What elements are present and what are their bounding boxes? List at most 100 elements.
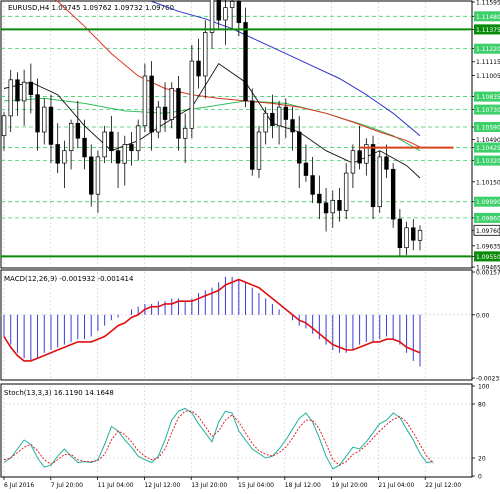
candle-body xyxy=(417,229,423,241)
level-price-label: 1.11375 xyxy=(476,27,500,34)
candle-body xyxy=(55,144,60,164)
candle-body xyxy=(236,1,242,23)
candle-body xyxy=(404,227,409,249)
macd-tick-label: 0.00 xyxy=(476,312,490,319)
candle-body xyxy=(162,106,168,120)
candle-body xyxy=(337,200,342,211)
candle-body xyxy=(270,112,275,127)
price-tick-label: 1.11115 xyxy=(476,59,500,66)
time-tick-label: 19 Jul 20:00 xyxy=(332,482,368,489)
price-tick-label: 1.10320 xyxy=(476,158,500,165)
price-tick-label: 1.09635 xyxy=(476,243,500,250)
candle-body xyxy=(411,227,416,241)
chart-svg: EURUSD,H4 1.09745 1.09762 1.09732 1.0976… xyxy=(0,0,500,490)
candle-body xyxy=(102,131,107,158)
candle-body xyxy=(115,150,121,164)
candle-body xyxy=(1,115,7,137)
candle-body xyxy=(28,81,34,95)
candle-body xyxy=(303,162,309,176)
price-tick-label: 1.10150 xyxy=(476,179,500,186)
candle-body xyxy=(223,7,228,21)
candle-body xyxy=(256,131,262,170)
candle-body xyxy=(89,156,94,195)
candle-body xyxy=(149,75,154,133)
time-tick-label: 22 Jul 12:00 xyxy=(425,482,461,489)
price-tick-label: 1.09990 xyxy=(476,199,500,206)
candle-body xyxy=(216,0,221,21)
candle-body xyxy=(176,88,181,139)
time-tick-label: 21 Jul 04:00 xyxy=(378,482,414,489)
price-tick-label: 1.11005 xyxy=(476,73,500,80)
candle-body xyxy=(263,112,268,133)
stoch-tick-label: 20 xyxy=(478,456,486,463)
time-tick-label: 7 Jul 20:00 xyxy=(51,482,83,489)
candle-body xyxy=(384,156,389,170)
candle-body xyxy=(156,106,161,133)
candle-body xyxy=(82,137,87,158)
candle-body xyxy=(169,88,174,120)
candle-body xyxy=(290,119,295,133)
candle-body xyxy=(330,200,335,214)
price-tick-label: 1.10835 xyxy=(476,94,500,101)
candle-body xyxy=(283,106,289,120)
candle-body xyxy=(48,106,54,145)
time-tick-label: 6 Jul 2016 xyxy=(4,482,34,489)
candle-body xyxy=(196,60,201,77)
candle-body xyxy=(75,122,81,139)
time-tick-label: 13 Jul 20:00 xyxy=(191,482,227,489)
current-price-label: 1.09760 xyxy=(476,228,500,235)
price-tick-label: 1.11480 xyxy=(476,14,500,21)
candle-body xyxy=(109,131,114,152)
candle-body xyxy=(8,79,13,117)
candle-body xyxy=(317,193,322,204)
candle-body xyxy=(189,60,195,129)
candle-body xyxy=(62,150,67,164)
candle-body xyxy=(142,75,148,127)
candle-body xyxy=(250,100,255,170)
candle-body xyxy=(397,218,403,249)
candle-body xyxy=(35,94,40,133)
level-price-label: 1.09550 xyxy=(476,254,500,261)
time-tick-label: 12 Jul 12:00 xyxy=(144,482,180,489)
macd-tick-label: 0.001578 xyxy=(476,270,500,277)
time-tick-label: 18 Jul 12:00 xyxy=(285,482,321,489)
candle-body xyxy=(15,79,20,102)
candle-body xyxy=(390,168,396,220)
candle-body xyxy=(95,156,101,195)
candle-body xyxy=(122,144,127,164)
candle-body xyxy=(323,202,329,214)
price-tick-label: 1.11220 xyxy=(476,46,500,53)
candle-body xyxy=(135,125,141,152)
candle-body xyxy=(343,172,349,211)
price-tick-label: 1.10590 xyxy=(476,125,500,132)
candle-body xyxy=(42,106,47,133)
price-tick-label: 1.10730 xyxy=(476,107,500,114)
price-tick-label: 1.09860 xyxy=(476,215,500,222)
candle-body xyxy=(129,144,134,152)
chart-container: EURUSD,H4 1.09745 1.09762 1.09732 1.0976… xyxy=(0,0,500,490)
symbol-label: EURUSD,H4 1.09745 1.09762 1.09732 1.0976… xyxy=(8,4,174,12)
candle-body xyxy=(209,0,215,33)
candle-body xyxy=(297,131,302,164)
candle-body xyxy=(229,1,235,8)
candle-body xyxy=(182,127,188,139)
candle-body xyxy=(377,156,382,208)
candle-body xyxy=(370,144,376,208)
price-tick-label: 1.10425 xyxy=(476,145,500,152)
time-tick-label: 15 Jul 04:00 xyxy=(238,482,274,489)
candle-body xyxy=(350,150,356,174)
stoch-tick-label: 100 xyxy=(478,384,490,391)
candle-body xyxy=(243,22,248,102)
candle-body xyxy=(203,32,208,77)
stoch-tick-label: 80 xyxy=(478,402,486,409)
candle-body xyxy=(310,175,315,195)
macd-label: MACD(12,26,9) -0.001932 -0.001414 xyxy=(4,275,134,283)
candle-body xyxy=(276,106,282,127)
candle-body xyxy=(68,122,74,152)
macd-tick-label: -0.002331 xyxy=(476,376,500,383)
candle-body xyxy=(21,81,27,102)
candle-body xyxy=(357,150,362,164)
stoch-tick-label: 0 xyxy=(478,474,482,481)
price-tick-label: 1.11595 xyxy=(476,0,500,7)
time-tick-label: 11 Jul 04:00 xyxy=(98,482,134,489)
